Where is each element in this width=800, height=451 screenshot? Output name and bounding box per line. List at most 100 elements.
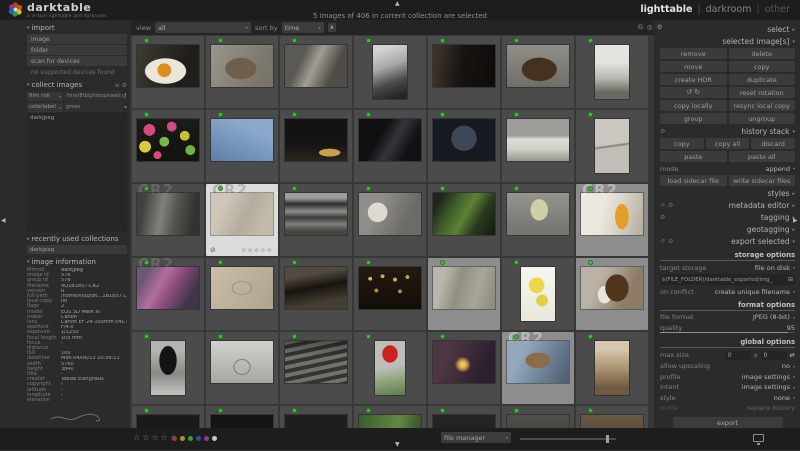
selected-images-header[interactable]: selected image[s] ▾ — [660, 37, 795, 46]
presets-icon[interactable]: ⚙ — [668, 202, 673, 209]
copy-button[interactable]: copy — [728, 61, 795, 72]
view-filter-dropdown[interactable]: all ▾ — [154, 22, 251, 33]
expand-filmstrip-arrow[interactable]: ▼ — [395, 442, 400, 448]
thumbnail-cell[interactable] — [576, 406, 648, 428]
export-path-field[interactable]: $(FILE_FOLDER)/darktable_exported/img_ ⊞ — [660, 274, 795, 285]
thumbnail-cell[interactable] — [428, 258, 500, 330]
rule-value-input[interactable]: /mnt/8tb/photos/raw/darkjpeg — [64, 91, 121, 101]
thumbnail-cell[interactable] — [502, 406, 574, 428]
styles-module-header[interactable]: styles ▸ — [660, 189, 795, 198]
thumbnail-cell[interactable] — [576, 110, 648, 182]
write-sidecar-button[interactable]: write sidecar files — [728, 175, 795, 186]
history-paste-button[interactable]: paste — [660, 151, 727, 162]
reset-icon[interactable]: ↺ — [660, 238, 665, 245]
geotagging-module-header[interactable]: geotagging ▸ — [660, 225, 795, 234]
thumbnail-cell[interactable] — [280, 184, 352, 256]
metadata-editor-header[interactable]: ↺ ⚙ metadata editor ▸ — [660, 201, 795, 210]
preferences-gear-icon[interactable]: ⚙ — [657, 23, 663, 31]
import-section-header[interactable]: ▾ import — [27, 24, 127, 32]
thumbnail-cell[interactable] — [428, 110, 500, 182]
rotate-ccw-icon[interactable]: ↺ — [686, 87, 692, 98]
invert-rule-icon[interactable]: ↺ — [122, 92, 127, 100]
rule-field-dropdown[interactable]: film roll ▾ — [27, 91, 63, 101]
import-button[interactable]: image — [27, 34, 127, 44]
collect-result-item[interactable]: darkjpeg — [27, 113, 127, 122]
color-label-dot[interactable] — [212, 436, 217, 441]
intent-dropdown[interactable]: image settings ▾ — [742, 383, 795, 391]
thumbnail-cell[interactable] — [502, 258, 574, 330]
thumbnail-cell[interactable] — [354, 406, 426, 428]
duplicate-button[interactable]: duplicate — [728, 74, 795, 85]
group-button[interactable]: group — [660, 113, 727, 124]
color-label-dot[interactable] — [196, 436, 201, 441]
history-stack-header[interactable]: ⚙ history stack ▾ — [660, 127, 795, 136]
thumbnail-cell[interactable] — [132, 406, 204, 428]
thumbnail-cell[interactable] — [280, 36, 352, 108]
sort-dropdown[interactable]: time ▾ — [281, 22, 324, 33]
star-filter-icon[interactable]: ☆ — [142, 433, 149, 442]
recent-collections-header[interactable]: ▸ recently used collections — [27, 235, 127, 243]
thumbnail-cell[interactable] — [428, 36, 500, 108]
thumbnail-cell[interactable] — [206, 406, 278, 428]
recent-collection-item[interactable]: darkjpeg — [27, 245, 127, 254]
thumbnail-cell[interactable] — [502, 36, 574, 108]
overlays-icon[interactable]: ◎ — [647, 23, 653, 31]
chevron-down-icon[interactable]: ▾ — [124, 104, 127, 111]
history-copy-all-button[interactable]: copy all — [705, 138, 750, 149]
layout-dropdown[interactable]: file manager ▾ — [441, 432, 511, 443]
thumbnail-cell[interactable] — [428, 184, 500, 256]
import-button[interactable]: folder — [27, 45, 127, 55]
collapse-left-panel-arrow[interactable]: ◀ — [1, 218, 6, 224]
thumbnail-cell[interactable] — [576, 332, 648, 404]
display-profile-icon[interactable] — [753, 434, 764, 445]
thumbnail-cell[interactable] — [280, 258, 352, 330]
thumbnail-cell[interactable] — [280, 332, 352, 404]
thumbnail-cell[interactable] — [206, 110, 278, 182]
thumbnail-cell[interactable] — [206, 36, 278, 108]
thumbnail-cell[interactable] — [428, 406, 500, 428]
collect-section-header[interactable]: ▾ collect images ≡ ⚙ — [27, 81, 127, 89]
create-hdr-button[interactable]: create HDR — [660, 74, 727, 85]
history-copy-button[interactable]: copy — [660, 138, 704, 149]
view-lighttable[interactable]: lighttable — [640, 4, 692, 15]
thumbnail-cell[interactable] — [280, 406, 352, 428]
presets-icon[interactable]: ⚙ — [660, 214, 665, 221]
load-sidecar-button[interactable]: load sidecar file — [660, 175, 727, 186]
gear-icon[interactable]: ⚙ — [122, 82, 127, 89]
thumbnail-cell[interactable] — [132, 332, 204, 404]
select-module-header[interactable]: select ▸ — [660, 25, 795, 34]
style-dropdown[interactable]: none ▾ — [774, 394, 795, 402]
folder-picker-icon[interactable]: ⊞ — [788, 276, 793, 283]
image-info-header[interactable]: ▾ image information — [27, 258, 127, 266]
collapse-right-panel-arrow[interactable]: ▶ — [793, 218, 798, 224]
view-other[interactable]: other — [765, 4, 790, 15]
collapse-top-panel-arrow[interactable]: ▲ — [395, 1, 400, 7]
star-filter-icon[interactable]: ☆ — [133, 433, 140, 442]
grouping-icon[interactable]: G — [638, 23, 643, 31]
thumbnail-cell[interactable]: CR2 — [502, 329, 574, 404]
thumbnail-cell[interactable]: CR2 — [132, 181, 204, 256]
color-label-dot[interactable] — [180, 436, 185, 441]
move-button[interactable]: move — [660, 61, 727, 72]
view-darkroom[interactable]: darkroom — [706, 4, 752, 15]
presets-icon[interactable]: ⚙ — [660, 128, 665, 135]
resync-local-copy-button[interactable]: resync local copy — [728, 100, 795, 111]
star-filter-icon[interactable]: ☆ — [151, 433, 158, 442]
thumbnail-cell[interactable] — [502, 184, 574, 256]
thumbnail-cell[interactable] — [132, 36, 204, 108]
thumbnail-cell[interactable] — [206, 332, 278, 404]
max-width-input[interactable]: 0 — [724, 350, 751, 360]
thumbnail-cell[interactable]: CR2 ⊘ ☆☆☆☆☆ — [206, 181, 278, 256]
color-label-dot[interactable] — [188, 436, 193, 441]
thumbnail-cell[interactable] — [502, 110, 574, 182]
file-format-dropdown[interactable]: JPEG (8-bit) ▾ — [753, 313, 795, 321]
reject-icon[interactable]: ⊘ — [210, 246, 216, 254]
export-module-header[interactable]: ↺ ⚙ export selected ▾ — [660, 237, 795, 246]
thumbnail-cell[interactable] — [428, 332, 500, 404]
remove-button[interactable]: remove — [660, 48, 727, 59]
color-label-dot[interactable] — [204, 436, 209, 441]
thumbnail-cell[interactable] — [576, 36, 648, 108]
zoom-slider[interactable] — [520, 435, 616, 443]
thumbnail-cell[interactable]: CR2 — [132, 255, 204, 330]
tagging-module-header[interactable]: ⚙ tagging ▸ — [660, 213, 795, 222]
